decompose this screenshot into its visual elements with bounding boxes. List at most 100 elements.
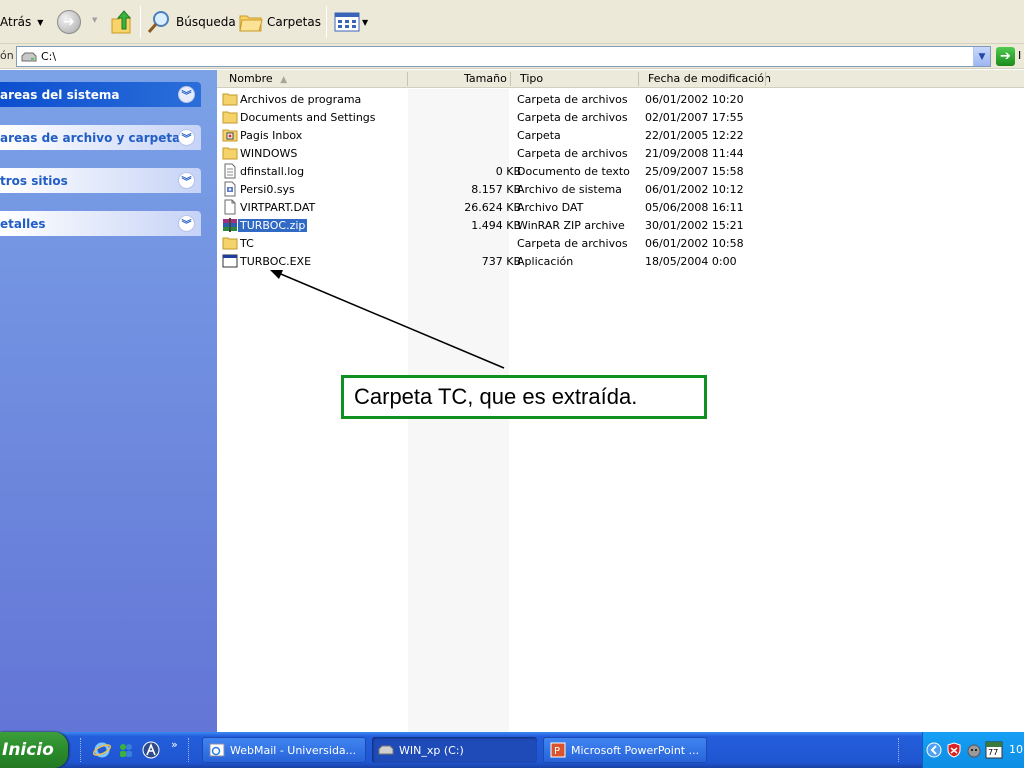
file-type: Carpeta: [517, 129, 561, 142]
toolbar: Atrás ▼ ➜ ▼ Búsqueda Carpetas ▼: [0, 0, 1024, 44]
column-divider[interactable]: [765, 72, 766, 86]
file-type: Carpeta de archivos: [517, 147, 628, 160]
go-button[interactable]: ➔: [996, 47, 1015, 66]
sort-ascending-icon: ▲: [280, 75, 288, 85]
column-header-type[interactable]: Tipo: [520, 72, 543, 85]
chevron-down-icon: ▼: [978, 51, 986, 62]
file-row[interactable]: Persi0.sys 8.157 KB Archivo de sistema 0…: [217, 180, 777, 198]
file-date: 06/01/2002 10:12: [645, 183, 744, 196]
column-header-size[interactable]: Tamaño: [464, 72, 507, 85]
panel-system-tasks[interactable]: areas del sistema ︾: [0, 82, 201, 107]
file-row-selected[interactable]: TURBOC.zip 1.494 KB WinRAR ZIP archive 3…: [217, 216, 777, 234]
file-name: Pagis Inbox: [240, 129, 303, 142]
svg-text:P: P: [554, 746, 560, 757]
task-powerpoint[interactable]: P Microsoft PowerPoint ...: [543, 737, 707, 763]
folders-icon: [239, 11, 263, 33]
address-label: ón: [0, 49, 14, 62]
back-button[interactable]: Atrás ▼: [0, 0, 43, 44]
task-pane: areas del sistema ︾ areas de archivo y c…: [0, 70, 217, 732]
tray-expand-icon[interactable]: [926, 742, 942, 758]
file-name: WINDOWS: [240, 147, 298, 160]
views-button[interactable]: ▼: [334, 11, 370, 33]
task-webmail[interactable]: WebMail - Universida...: [202, 737, 366, 763]
quick-launch-overflow-icon[interactable]: »: [171, 738, 178, 751]
search-icon: [146, 9, 172, 35]
file-size: 26.624 KB: [464, 201, 521, 214]
search-button[interactable]: Búsqueda: [146, 0, 236, 44]
powerpoint-icon: P: [550, 742, 566, 758]
internet-explorer-icon[interactable]: [93, 741, 111, 759]
quick-launch-app-icon[interactable]: [142, 741, 160, 759]
panel-details[interactable]: etalles ︾: [0, 211, 201, 236]
column-header-date[interactable]: Fecha de modificación: [648, 72, 771, 85]
calendar-badge-icon[interactable]: 77: [985, 741, 1003, 759]
taskbar-grip[interactable]: [898, 738, 901, 762]
file-date: 30/01/2002 15:21: [645, 219, 744, 232]
collapse-icon[interactable]: ︾: [178, 129, 195, 146]
up-folder-icon: [111, 10, 132, 34]
collapse-icon[interactable]: ︾: [178, 215, 195, 232]
panel-other-places[interactable]: tros sitios ︾: [0, 168, 201, 193]
file-name: TC: [240, 237, 254, 250]
address-input[interactable]: C:\ ▼: [16, 46, 991, 67]
antivirus-icon[interactable]: [966, 742, 982, 758]
file-row[interactable]: Documents and Settings Carpeta de archiv…: [217, 108, 777, 126]
up-folder-button[interactable]: [110, 9, 134, 35]
column-divider[interactable]: [638, 72, 639, 86]
folder-icon: [222, 145, 238, 161]
security-shield-icon[interactable]: [946, 742, 962, 758]
file-row[interactable]: TC Carpeta de archivos 06/01/2002 10:58: [217, 234, 777, 252]
address-dropdown-button[interactable]: ▼: [973, 47, 990, 66]
clock[interactable]: 10:: [1009, 743, 1024, 756]
collapse-icon[interactable]: ︾: [178, 86, 195, 103]
column-name-label: Nombre: [229, 72, 273, 85]
file-type: Archivo de sistema: [517, 183, 622, 196]
file-date: 18/05/2004 0:00: [645, 255, 737, 268]
column-divider[interactable]: [407, 72, 408, 86]
folder-icon: [222, 109, 238, 125]
panel-label: etalles: [0, 216, 46, 231]
generic-file-icon: [222, 199, 238, 215]
file-type: Carpeta de archivos: [517, 111, 628, 124]
folder-icon: [222, 235, 238, 251]
forward-button[interactable]: ➜: [57, 10, 81, 34]
taskbar-grip[interactable]: [80, 738, 83, 762]
search-label: Búsqueda: [176, 15, 236, 29]
panel-file-folder-tasks[interactable]: areas de archivo y carpeta ︾: [0, 125, 201, 150]
back-dropdown-icon[interactable]: ▼: [37, 18, 43, 27]
file-type: Archivo DAT: [517, 201, 584, 214]
file-row[interactable]: VIRTPART.DAT 26.624 KB Archivo DAT 05/06…: [217, 198, 777, 216]
file-name: VIRTPART.DAT: [240, 201, 316, 214]
task-explorer[interactable]: WIN_xp (C:): [372, 737, 537, 763]
file-type: Carpeta de archivos: [517, 237, 628, 250]
taskbar-grip[interactable]: [188, 738, 191, 762]
start-button[interactable]: Inicio: [0, 732, 68, 768]
messenger-icon[interactable]: [117, 741, 135, 759]
collapse-icon[interactable]: ︾: [178, 172, 195, 189]
file-date: 02/01/2007 17:55: [645, 111, 744, 124]
file-row[interactable]: Archivos de programa Carpeta de archivos…: [217, 90, 777, 108]
column-header-name[interactable]: Nombre ▲: [229, 72, 287, 85]
file-name: TURBOC.zip: [238, 219, 308, 232]
file-date: 21/09/2008 11:44: [645, 147, 744, 160]
folders-button[interactable]: Carpetas: [239, 0, 321, 44]
go-arrow-icon: ➔: [1000, 49, 1011, 64]
forward-dropdown-icon[interactable]: ▼: [92, 16, 97, 24]
back-label: Atrás: [0, 15, 32, 29]
file-size: 8.157 KB: [471, 183, 521, 196]
task-label: WebMail - Universida...: [230, 743, 357, 757]
file-name: dfinstall.log: [240, 165, 305, 178]
column-divider[interactable]: [510, 72, 511, 86]
file-date: 25/09/2007 15:58: [645, 165, 744, 178]
file-row[interactable]: Pagis Inbox Carpeta 22/01/2005 12:22: [217, 126, 777, 144]
file-row[interactable]: dfinstall.log 0 KB Documento de texto 25…: [217, 162, 777, 180]
address-bar: ón C:\ ▼ ➔ I: [0, 44, 1024, 69]
drive-icon: [378, 742, 394, 758]
annotation-text: Carpeta TC, que es extraída.: [354, 384, 638, 409]
toolbar-separator: [326, 6, 327, 38]
task-label: Microsoft PowerPoint ...: [571, 743, 700, 757]
file-name: Archivos de programa: [240, 93, 362, 106]
file-row[interactable]: WINDOWS Carpeta de archivos 21/09/2008 1…: [217, 144, 777, 162]
file-row[interactable]: TURBOC.EXE 737 KB Aplicación 18/05/2004 …: [217, 252, 777, 270]
system-file-icon: [222, 181, 238, 197]
